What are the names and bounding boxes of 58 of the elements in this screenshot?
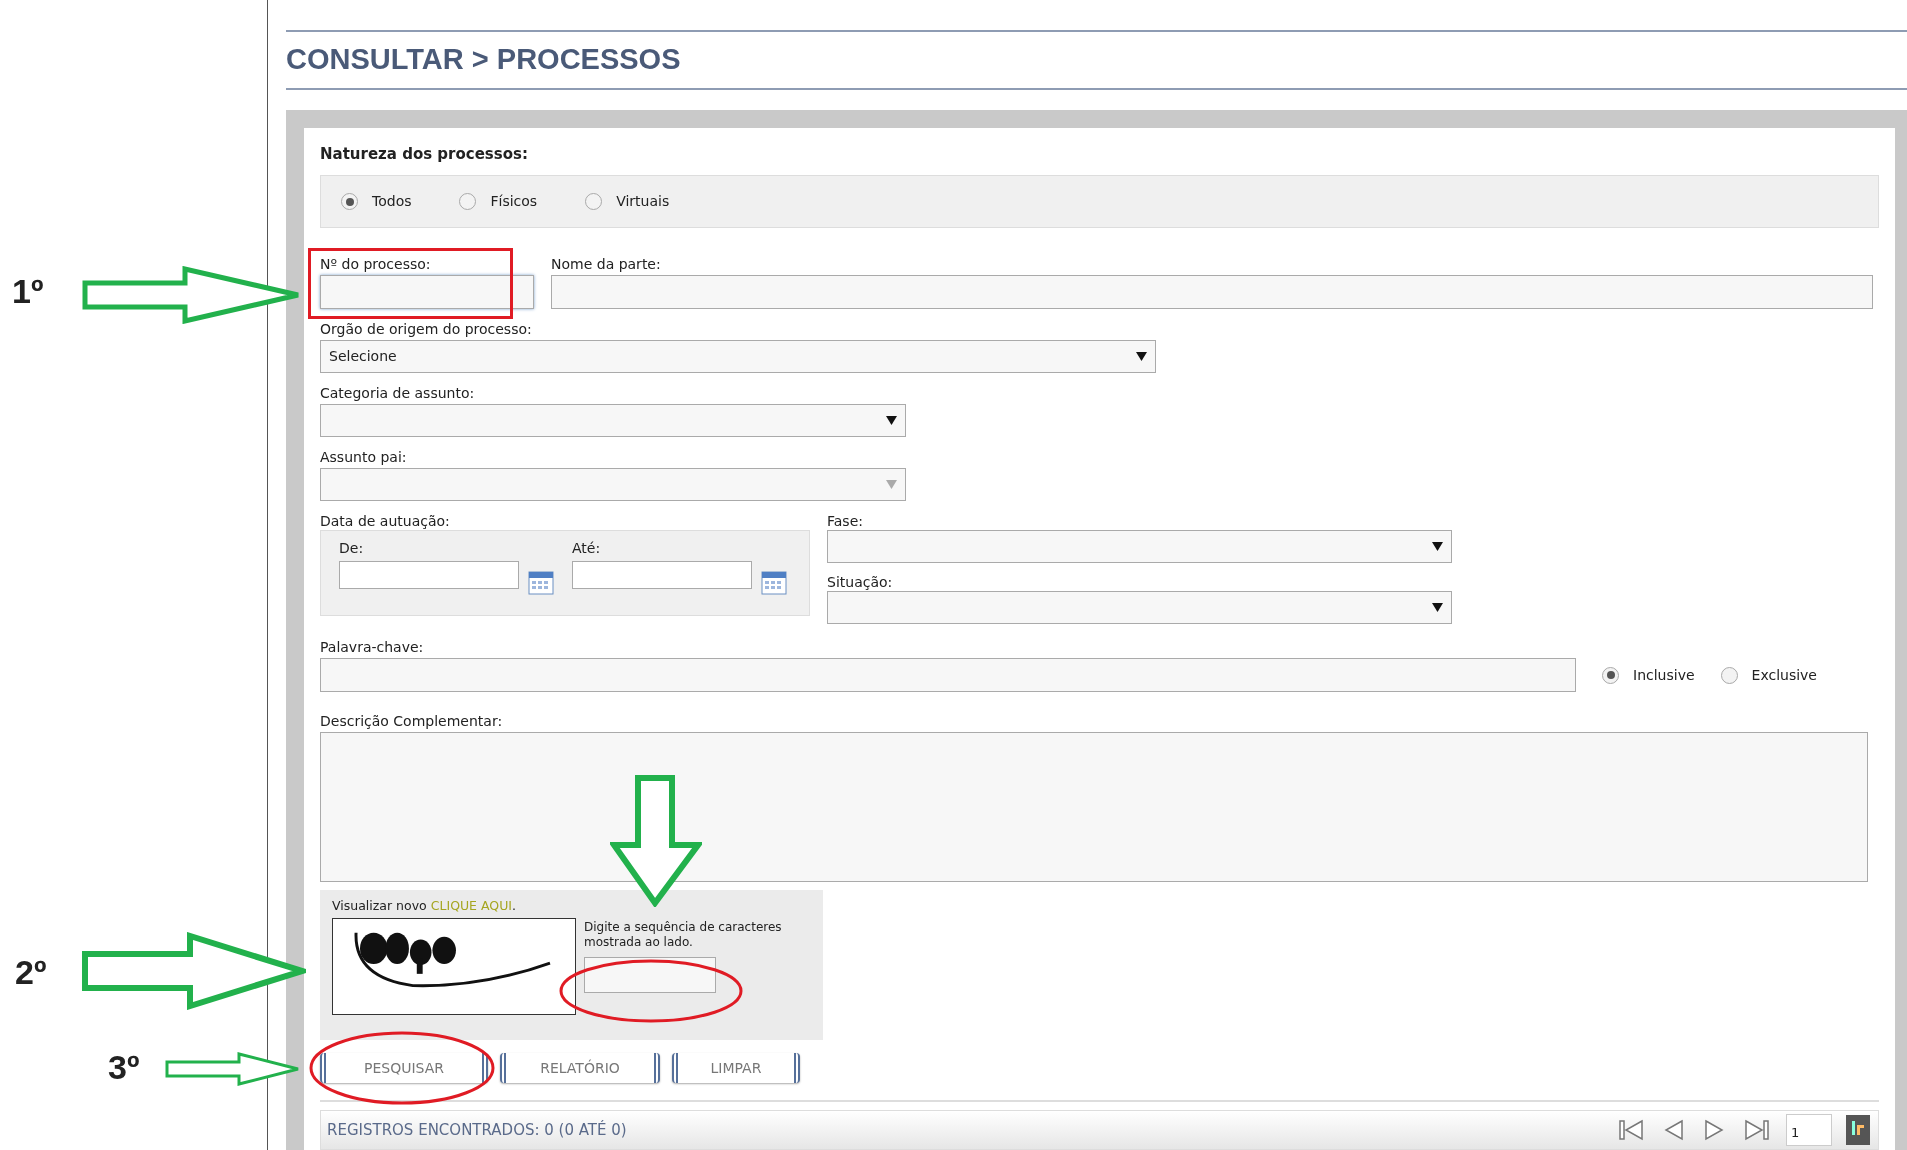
page-title: CONSULTAR > PROCESSOS xyxy=(286,42,681,78)
field-label: Descrição Complementar: xyxy=(320,712,504,730)
keyword-field[interactable] xyxy=(320,658,1576,692)
radio-button[interactable] xyxy=(459,193,477,210)
calendar-icon[interactable] xyxy=(528,571,554,595)
process-number-field[interactable] xyxy=(320,275,534,309)
action-button[interactable]: RELATÓRIO xyxy=(500,1053,660,1083)
field-label: Até: xyxy=(572,539,602,557)
caret-icon xyxy=(1432,542,1443,551)
calendar-icon[interactable] xyxy=(761,571,787,595)
field-label: Nome da parte: xyxy=(551,255,662,273)
field-label: Orgão de origem do processo: xyxy=(320,320,533,338)
results-summary: REGISTROS ENCONTRADOS: 0 (0 ATÉ 0) xyxy=(327,1119,628,1141)
field-label: Assunto pai: xyxy=(320,448,408,466)
field-label: De: xyxy=(339,539,365,557)
step-label: 1º xyxy=(12,272,44,310)
section-label: Natureza dos processos: xyxy=(320,145,529,163)
last-page-icon[interactable] xyxy=(1744,1119,1770,1141)
first-page-icon[interactable] xyxy=(1618,1119,1644,1141)
dropdown[interactable] xyxy=(827,591,1452,624)
next-page-icon[interactable] xyxy=(1704,1119,1724,1141)
description-textarea[interactable] xyxy=(320,732,1868,882)
go-icon[interactable] xyxy=(1846,1115,1870,1145)
radio-label: Físicos xyxy=(490,192,538,211)
radio-button[interactable] xyxy=(1720,666,1738,684)
radio-label: Exclusive xyxy=(1751,665,1817,685)
field-label: Categoria de assunto: xyxy=(320,384,476,402)
caret-icon xyxy=(886,480,897,489)
captcha-instruction: Digite a sequência de caracteres mostrada ao lado. xyxy=(584,920,783,950)
radio-button[interactable] xyxy=(1602,666,1619,684)
action-button[interactable]: LIMPAR xyxy=(672,1053,800,1083)
field-label: Situação: xyxy=(827,573,894,591)
step-label: 2º xyxy=(15,953,47,991)
radio-button[interactable] xyxy=(341,193,358,210)
field-label: Nº do processo: xyxy=(320,255,432,273)
previous-page-icon[interactable] xyxy=(1664,1119,1684,1141)
radio-label: Inclusive xyxy=(1633,665,1695,685)
captcha-refresh-text: Visualizar novo xyxy=(332,898,427,914)
captcha-field[interactable] xyxy=(584,957,716,993)
caret-icon xyxy=(1432,603,1443,612)
dropdown[interactable] xyxy=(827,530,1452,563)
page-number-field[interactable]: 1 xyxy=(1786,1114,1832,1146)
party-name-field[interactable] xyxy=(551,275,1873,309)
step-label: 3º xyxy=(108,1048,140,1086)
dropdown[interactable] xyxy=(320,404,906,437)
date-field[interactable] xyxy=(339,561,519,589)
field-label: Palavra-chave: xyxy=(320,638,425,656)
captcha-punctuation: . xyxy=(512,898,516,914)
caret-icon xyxy=(1136,352,1147,361)
field-label: Data de autuação: xyxy=(320,512,451,530)
date-field[interactable] xyxy=(572,561,752,589)
field-label: Fase: xyxy=(827,512,864,530)
radio-label: Virtuais xyxy=(616,192,670,211)
action-button[interactable]: PESQUISAR xyxy=(320,1053,488,1083)
caret-icon xyxy=(886,416,897,425)
radio-label: Todos xyxy=(372,192,412,211)
dropdown[interactable]: Selecione xyxy=(320,340,1156,373)
radio-button[interactable] xyxy=(585,193,603,210)
